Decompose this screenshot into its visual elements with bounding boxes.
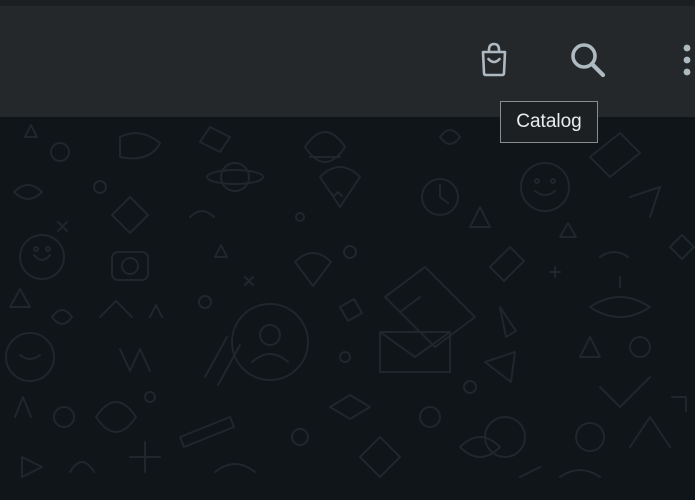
whatsapp-chat-window: Catalog [0, 0, 695, 500]
menu-button[interactable] [664, 37, 695, 83]
catalog-button[interactable] [471, 37, 517, 83]
search-icon [571, 43, 606, 78]
doodle-pattern [5, 124, 695, 478]
shopping-bag-icon [481, 42, 507, 77]
search-button[interactable] [565, 37, 611, 83]
more-vertical-icon [683, 44, 691, 76]
catalog-tooltip: Catalog [500, 101, 598, 143]
chat-wallpaper [0, 117, 695, 500]
